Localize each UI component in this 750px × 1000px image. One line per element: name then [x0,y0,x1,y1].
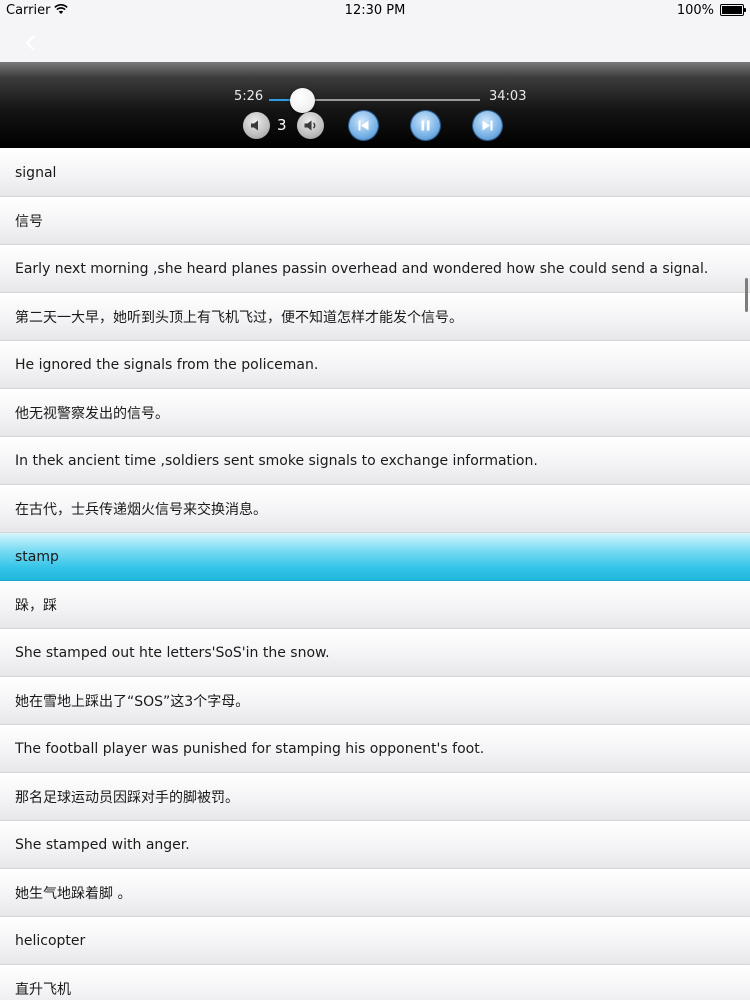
list-item-text: 那名足球运动员因踩对手的脚被罚。 [15,789,239,806]
total-time: 34:03 [489,89,527,104]
list-item-text: signal [15,164,57,181]
list-item[interactable]: He ignored the signals from the policema… [0,341,750,389]
list-item[interactable]: 第二天一大早，她听到头顶上有飞机飞过，便不知道怎样才能发个信号。 [0,293,750,341]
list-item-text: 跺，踩 [15,597,57,614]
list-item[interactable]: 他无视警察发出的信号。 [0,389,750,437]
list-item-text: In thek ancient time ,soldiers sent smok… [15,452,538,469]
list-item-text: 第二天一大早，她听到头顶上有飞机飞过，便不知道怎样才能发个信号。 [15,309,463,326]
word-list[interactable]: signal 信号 Early next morning ,she heard pl… [0,149,750,1000]
clock: 12:30 PM [344,3,406,18]
list-item[interactable]: 那名足球运动员因踩对手的脚被罚。 [0,773,750,821]
navigation-bar [0,22,750,62]
list-item[interactable]: 跺，踩 [0,581,750,629]
volume-down-button[interactable] [243,112,270,139]
progress-thumb[interactable] [290,88,316,113]
next-button[interactable] [473,111,502,140]
elapsed-time: 5:26 [234,89,264,104]
list-item-text: 他无视警察发出的信号。 [15,405,169,422]
list-item[interactable]: She stamped out hte letters'SoS'in the s… [0,629,750,677]
list-item[interactable]: 她生气地跺着脚 。 [0,869,750,917]
list-item-text: 她在雪地上踩出了“SOS”这3个字母。 [15,693,250,710]
skip-next-icon [482,120,493,131]
list-item-text: 她生气地跺着脚 。 [15,885,132,902]
speaker-high-icon [304,120,316,131]
list-item-text: The football player was punished for sta… [15,740,485,757]
list-item-selected[interactable]: stamp [0,533,750,581]
list-item[interactable]: helicopter [0,917,750,965]
list-item-text: She stamped with anger. [15,836,190,853]
list-item[interactable]: 在古代，士兵传递烟火信号来交换消息。 [0,485,750,533]
previous-button[interactable] [349,111,378,140]
pause-button[interactable] [411,111,440,140]
back-button[interactable] [20,32,42,54]
status-bar: Carrier 12:30 PM 100% [0,0,750,22]
audio-player: 5:26 34:03 3 [0,62,750,148]
list-item-text: 直升飞机 [15,981,71,998]
volume-up-button[interactable] [297,112,324,139]
chevron-left-icon [25,35,35,51]
list-item[interactable]: signal [0,149,750,197]
battery-icon [720,4,746,16]
list-item[interactable]: 信号 [0,197,750,245]
list-item-text: stamp [15,548,59,565]
list-item-text: 信号 [15,213,43,230]
list-item[interactable]: She stamped with anger. [0,821,750,869]
progress-slider[interactable] [269,88,480,113]
list-item[interactable]: Early next morning ,she heard planes pas… [0,245,750,293]
list-item-text: Early next morning ,she heard planes pas… [15,260,709,277]
list-item-text: She stamped out hte letters'SoS'in the s… [15,644,330,661]
battery-percent: 100% [676,3,714,18]
list-item[interactable]: The football player was punished for sta… [0,725,750,773]
list-item[interactable]: 直升飞机 [0,965,750,1000]
list-item-text: helicopter [15,932,86,949]
skip-previous-icon [358,120,369,131]
speaker-low-icon [251,120,258,131]
scroll-indicator [745,278,748,312]
list-item[interactable]: 她在雪地上踩出了“SOS”这3个字母。 [0,677,750,725]
volume-level: 3 [277,116,287,134]
list-item[interactable]: In thek ancient time ,soldiers sent smok… [0,437,750,485]
list-item-text: He ignored the signals from the policema… [15,356,319,373]
list-item-text: 在古代，士兵传递烟火信号来交换消息。 [15,501,267,518]
pause-icon [421,120,430,131]
